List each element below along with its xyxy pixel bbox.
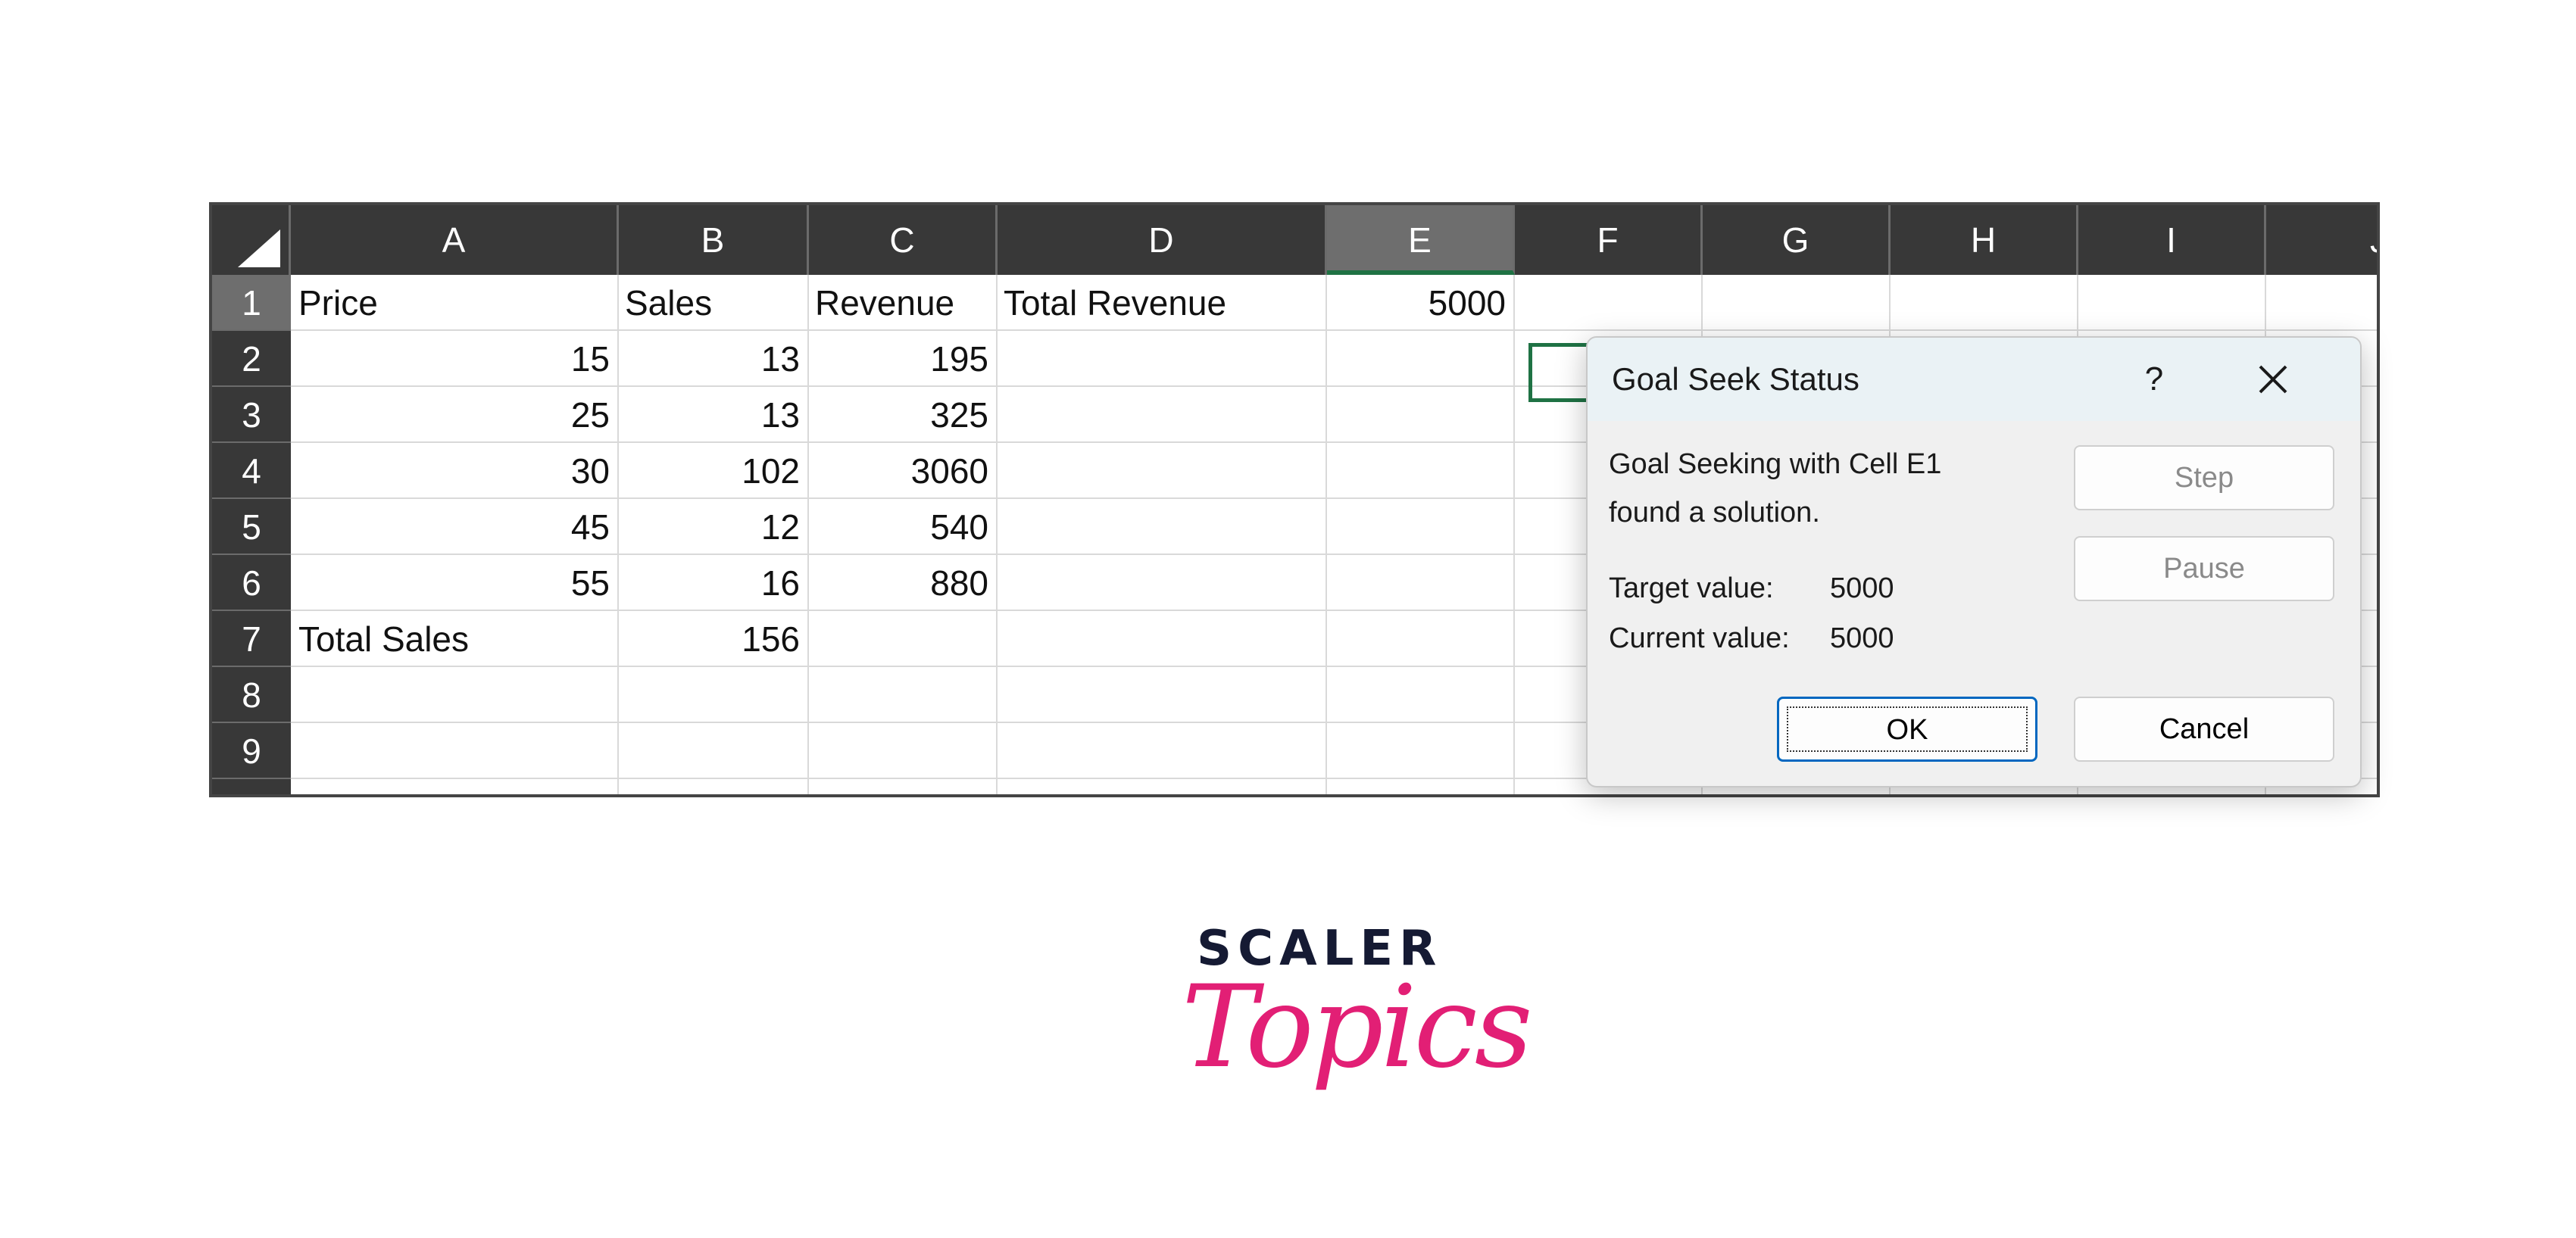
column-header-f[interactable]: F (1515, 205, 1703, 275)
column-header-e[interactable]: E (1327, 205, 1515, 275)
pause-button[interactable]: Pause (2074, 536, 2334, 601)
gridline (1325, 275, 1327, 794)
cell-a5[interactable]: 45 (291, 499, 617, 555)
message-line-2: found a solution. (1609, 497, 1820, 529)
dialog-title: Goal Seek Status (1612, 361, 1859, 397)
row-header-6[interactable]: 6 (212, 555, 291, 611)
cell-c3[interactable]: 325 (807, 387, 996, 443)
row-header-5[interactable]: 5 (212, 499, 291, 555)
row-header-1[interactable]: 1 (212, 275, 291, 331)
column-header-c[interactable]: C (809, 205, 998, 275)
target-value-label: Target value: (1609, 572, 1774, 604)
column-header-a[interactable]: A (291, 205, 619, 275)
row-header-7[interactable]: 7 (212, 611, 291, 667)
cell-a2[interactable]: 15 (291, 331, 617, 387)
cell-a6[interactable]: 55 (291, 555, 617, 611)
message-line-1: Goal Seeking with Cell E1 (1609, 448, 1942, 480)
close-icon[interactable] (2254, 360, 2292, 398)
cancel-button[interactable]: Cancel (2074, 697, 2334, 762)
cell-b7[interactable]: 156 (617, 611, 807, 667)
cell-c4[interactable]: 3060 (807, 443, 996, 499)
row-header-8[interactable]: 8 (212, 667, 291, 723)
target-value: 5000 (1830, 572, 1894, 604)
focus-rectangle (1787, 706, 2028, 752)
cell-a7[interactable]: Total Sales (291, 611, 617, 667)
row-header-9[interactable]: 9 (212, 723, 291, 779)
goal-seek-status-dialog: Goal Seek Status ? Goal Seeking with Cel… (1586, 336, 2362, 787)
cell-a4[interactable]: 30 (291, 443, 617, 499)
cell-c1[interactable]: Revenue (807, 275, 996, 331)
cell-b1[interactable]: Sales (617, 275, 807, 331)
cell-b3[interactable]: 13 (617, 387, 807, 443)
cell-d1[interactable]: Total Revenue (996, 275, 1325, 331)
row-header-partial (212, 779, 291, 794)
column-header-g[interactable]: G (1703, 205, 1891, 275)
current-value-label: Current value: (1609, 622, 1790, 654)
row-header-3[interactable]: 3 (212, 387, 291, 443)
cell-a3[interactable]: 25 (291, 387, 617, 443)
column-header-i[interactable]: I (2078, 205, 2266, 275)
scaler-topics-logo: SCALER Topics (1182, 916, 1533, 1113)
logo-wordmark-bottom: Topics (1182, 962, 1533, 1093)
cell-a1[interactable]: Price (291, 275, 617, 331)
dialog-title-bar[interactable]: Goal Seek Status ? (1588, 338, 2360, 421)
cell-c6[interactable]: 880 (807, 555, 996, 611)
current-value: 5000 (1830, 622, 1894, 654)
select-all-triangle-icon (238, 229, 280, 267)
cell-b4[interactable]: 102 (617, 443, 807, 499)
gridline (996, 275, 998, 794)
step-button[interactable]: Step (2074, 445, 2334, 510)
cell-c2[interactable]: 195 (807, 331, 996, 387)
column-header-bar: A B C D E F G H I J (212, 205, 2377, 275)
row-header-4[interactable]: 4 (212, 443, 291, 499)
gridline (1513, 275, 1515, 794)
column-header-h[interactable]: H (1891, 205, 2078, 275)
help-button[interactable]: ? (2131, 338, 2177, 421)
column-header-b[interactable]: B (619, 205, 809, 275)
cell-e1[interactable]: 5000 (1325, 275, 1513, 331)
select-all-button[interactable] (212, 205, 291, 275)
row-header-2[interactable]: 2 (212, 331, 291, 387)
cell-c5[interactable]: 540 (807, 499, 996, 555)
cell-b5[interactable]: 12 (617, 499, 807, 555)
cell-b2[interactable]: 13 (617, 331, 807, 387)
cell-b6[interactable]: 16 (617, 555, 807, 611)
ok-button[interactable]: OK (1777, 697, 2037, 762)
column-header-j[interactable]: J (2266, 205, 2377, 275)
column-header-d[interactable]: D (998, 205, 1327, 275)
